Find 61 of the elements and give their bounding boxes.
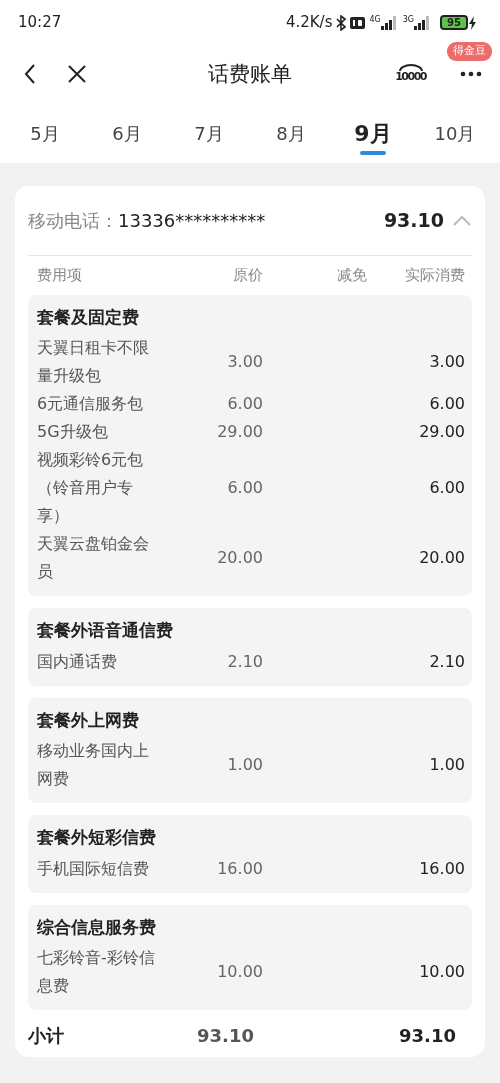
- actual-charge: 1.00: [428, 754, 465, 776]
- original-price: 6.00: [226, 393, 263, 415]
- month-tab[interactable]: 10月: [414, 93, 496, 163]
- original-price: 3.00: [226, 351, 263, 373]
- month-tab[interactable]: 8月: [250, 93, 332, 163]
- column-header: 减免: [336, 265, 367, 286]
- original-price: 6.00: [226, 477, 263, 499]
- original-price: 10.00: [216, 961, 263, 983]
- fee-group-title: 套餐及固定费: [37, 305, 140, 329]
- bluetooth-icon: [336, 14, 347, 31]
- bill-total: 93.10: [383, 208, 444, 234]
- original-price: 2.10: [226, 650, 263, 673]
- signal-icon: [380, 15, 399, 30]
- fee-item-name: 天翼云盘铂金会员: [37, 533, 150, 583]
- fee-group-title: 综合信息服务费: [37, 915, 157, 939]
- back-icon[interactable]: [23, 62, 37, 85]
- month-tab[interactable]: 7月: [168, 93, 250, 163]
- fee-item-name: 视频彩铃6元包（铃音用户专享）: [37, 449, 145, 527]
- network-speed: 4.2K/s: [285, 12, 333, 34]
- subtotal-label: 小计: [28, 1024, 65, 1048]
- original-price: 16.00: [216, 857, 263, 880]
- column-header: 费用项: [37, 265, 83, 286]
- subtotal-original: 93.10: [196, 1024, 254, 1048]
- column-header: 实际消费: [404, 265, 465, 286]
- status-time: 10:27: [18, 12, 62, 34]
- battery-level: 95: [440, 15, 468, 30]
- actual-charge: 2.10: [428, 650, 465, 673]
- fee-group-title: 套餐外语音通信费: [37, 619, 174, 642]
- hd-icon: [350, 16, 366, 29]
- original-price: 1.00: [226, 754, 263, 776]
- actual-charge: 6.00: [428, 393, 465, 415]
- fee-item-name: 天翼日租卡不限量升级包: [37, 337, 150, 387]
- network-type: 3G: [402, 15, 415, 24]
- fee-item-name: 移动业务国内上网费: [37, 740, 150, 790]
- fee-group-title: 套餐外上网费: [37, 708, 140, 732]
- actual-charge: 3.00: [428, 351, 465, 373]
- month-tab[interactable]: 9月: [332, 93, 414, 163]
- network-type: 4G: [369, 15, 381, 24]
- fee-item-name: 5G升级包: [37, 421, 109, 443]
- service-hotline-logo[interactable]: 10000: [395, 71, 426, 82]
- fee-item-name: 6元通信服务包: [37, 393, 145, 415]
- account-label: 移动电话：: [28, 209, 118, 233]
- phone-number: 13336**********: [118, 209, 266, 233]
- subtotal-actual: 93.10: [398, 1024, 456, 1048]
- actual-charge: 6.00: [428, 477, 465, 499]
- actual-charge: 16.00: [418, 857, 465, 880]
- month-tab[interactable]: 6月: [86, 93, 168, 163]
- column-header: 原价: [232, 265, 263, 286]
- fee-item-name: 七彩铃音-彩铃信息费: [37, 947, 156, 997]
- actual-charge: 20.00: [418, 547, 465, 569]
- original-price: 20.00: [216, 547, 263, 569]
- original-price: 29.00: [216, 421, 263, 443]
- month-tab[interactable]: 5月: [4, 93, 86, 163]
- fee-group-title: 套餐外短彩信费: [37, 826, 157, 849]
- fee-item-name: 国内通话费: [37, 650, 118, 673]
- page-title: 话费账单: [208, 61, 292, 88]
- more-icon[interactable]: [460, 70, 482, 77]
- actual-charge: 29.00: [418, 421, 465, 443]
- actual-charge: 10.00: [418, 961, 465, 983]
- headset-icon: [397, 64, 424, 71]
- fee-item-name: 手机国际短信费: [37, 857, 150, 880]
